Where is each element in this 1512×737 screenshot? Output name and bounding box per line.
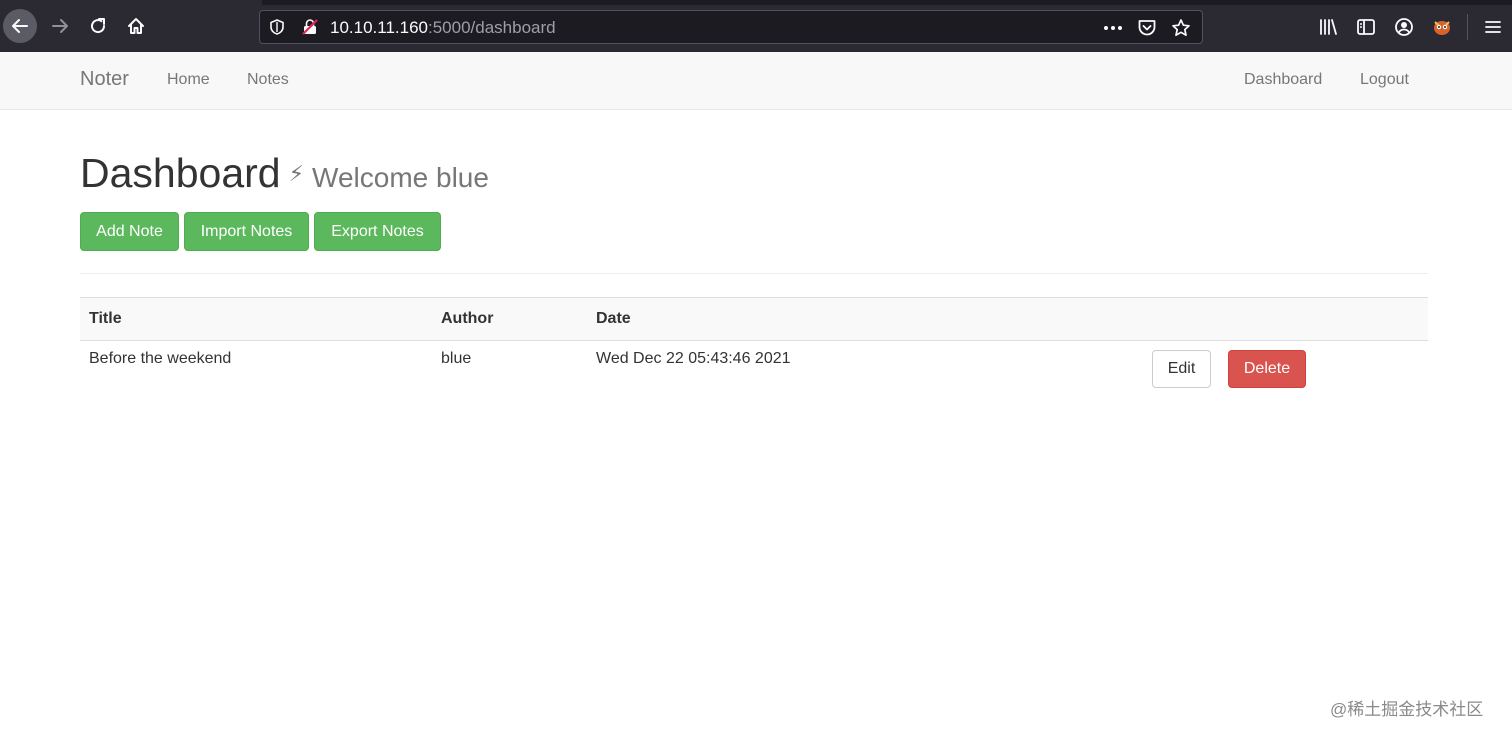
- table-row: Before the weekend blue Wed Dec 22 05:43…: [80, 341, 1428, 393]
- url-path: :5000/dashboard: [428, 18, 556, 37]
- nav-notes-link[interactable]: Notes: [247, 71, 289, 89]
- shield-icon[interactable]: [268, 18, 286, 36]
- browser-toolbar: 10.10.11.160:5000/dashboard: [0, 0, 1512, 52]
- note-title: Before the weekend: [89, 350, 232, 367]
- header-date: Date: [587, 297, 1143, 341]
- welcome-text: Welcome blue: [312, 162, 489, 193]
- note-date: Wed Dec 22 05:43:46 2021: [596, 350, 791, 367]
- nav-logout-link[interactable]: Logout: [1360, 71, 1409, 89]
- export-notes-button[interactable]: Export Notes: [314, 212, 441, 251]
- sidebar-button[interactable]: [1347, 10, 1385, 44]
- pocket-icon: [1138, 20, 1156, 36]
- page-title-text: Dashboard: [80, 150, 281, 196]
- home-button[interactable]: [119, 9, 153, 43]
- bolt-icon: ⚡︎: [288, 161, 305, 186]
- header-title: Title: [80, 297, 432, 341]
- url-text[interactable]: 10.10.11.160:5000/dashboard: [330, 18, 556, 38]
- extension-button[interactable]: [1423, 10, 1461, 44]
- add-note-button[interactable]: Add Note: [80, 212, 179, 251]
- delete-note-button[interactable]: Delete: [1228, 350, 1306, 388]
- import-notes-button[interactable]: Import Notes: [184, 212, 309, 251]
- back-icon: [12, 19, 28, 33]
- reload-button[interactable]: [81, 9, 115, 43]
- pocket-button[interactable]: [1132, 16, 1162, 40]
- library-icon: [1320, 19, 1337, 35]
- page-title: Dashboard ⚡︎ Welcome blue: [80, 150, 489, 201]
- note-actions: Add Note Import Notes Export Notes: [80, 212, 441, 251]
- library-button[interactable]: [1309, 10, 1347, 44]
- forward-icon: [52, 19, 68, 33]
- menu-icon: [1485, 21, 1501, 33]
- star-icon: [1172, 19, 1190, 37]
- nav-dashboard-link[interactable]: Dashboard: [1244, 71, 1322, 89]
- tab-strip-edge: [262, 0, 1512, 5]
- account-icon: [1395, 18, 1413, 36]
- nav-home-link[interactable]: Home: [167, 71, 210, 89]
- watermark: @稀土掘金技术社区: [1330, 700, 1484, 719]
- toolbar-separator: [1467, 14, 1468, 40]
- url-host: 10.10.11.160: [330, 18, 428, 37]
- reload-icon: [91, 18, 106, 34]
- back-button[interactable]: [3, 9, 37, 43]
- sidebar-icon: [1357, 19, 1375, 35]
- more-icon: [1104, 26, 1122, 30]
- header-actions: [1143, 297, 1428, 341]
- account-button[interactable]: [1385, 10, 1423, 44]
- page-actions-button[interactable]: [1098, 16, 1128, 40]
- brand-link[interactable]: Noter: [80, 68, 129, 91]
- notes-table: Title Author Date Before the weekend blu…: [80, 297, 1428, 393]
- edit-note-button[interactable]: Edit: [1152, 350, 1211, 388]
- divider: [80, 273, 1428, 274]
- table-header-row: Title Author Date: [80, 297, 1428, 341]
- insecure-lock-icon[interactable]: [301, 18, 319, 36]
- note-author: blue: [441, 350, 472, 367]
- note-actions-cell: Edit Delete: [1143, 341, 1428, 393]
- home-icon: [128, 18, 144, 34]
- address-bar[interactable]: 10.10.11.160:5000/dashboard: [259, 10, 1203, 44]
- bookmark-button[interactable]: [1166, 16, 1196, 40]
- menu-button[interactable]: [1474, 10, 1512, 44]
- extension-icon: [1434, 21, 1450, 35]
- forward-button[interactable]: [43, 9, 77, 43]
- app-navbar: Noter Home Notes Dashboard Logout: [0, 52, 1512, 110]
- header-author: Author: [432, 297, 587, 341]
